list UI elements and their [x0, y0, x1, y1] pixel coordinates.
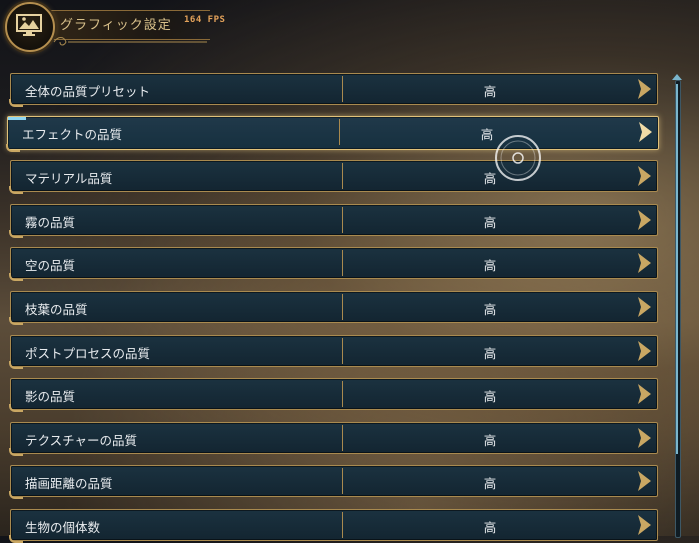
next-option-arrow-icon[interactable]	[633, 76, 655, 102]
setting-label: エフェクトの品質	[22, 127, 123, 142]
corner-ornament	[9, 317, 23, 325]
setting-label: 空の品質	[25, 258, 76, 273]
setting-value: 高	[483, 346, 497, 361]
corner-ornament	[9, 273, 23, 281]
setting-row[interactable]: 全体の品質プリセット 高	[9, 73, 658, 107]
scrollbar[interactable]	[672, 74, 682, 538]
setting-label: ポストプロセスの品質	[25, 346, 151, 361]
setting-row[interactable]: 空の品質 高	[9, 247, 658, 281]
next-option-arrow-icon[interactable]	[633, 163, 655, 189]
setting-label: 枝葉の品質	[25, 302, 88, 317]
setting-label: 生物の個体数	[25, 520, 101, 535]
scroll-cap-icon	[672, 74, 682, 80]
setting-value: 高	[483, 389, 497, 404]
corner-ornament	[9, 230, 23, 238]
setting-row[interactable]: 霧の品質 高	[9, 204, 658, 238]
fps-counter: 164 FPS	[184, 15, 226, 25]
selection-accent	[8, 117, 26, 120]
setting-label: マテリアル品質	[25, 171, 113, 186]
corner-ornament	[9, 186, 23, 194]
next-option-arrow-icon[interactable]	[633, 425, 655, 451]
setting-label: 全体の品質プリセット	[25, 84, 151, 99]
header: グラフィック設定 164 FPS	[0, 0, 699, 60]
setting-value: 高	[483, 476, 497, 491]
setting-value: 高	[483, 84, 497, 99]
controller-cursor	[495, 135, 541, 181]
corner-ornament	[9, 448, 23, 456]
setting-row[interactable]: 影の品質 高	[9, 378, 658, 412]
next-option-arrow-icon[interactable]	[633, 250, 655, 276]
corner-ornament	[9, 361, 23, 369]
corner-ornament	[6, 144, 20, 152]
setting-value: 高	[483, 302, 497, 317]
page-title: グラフィック設定	[60, 18, 172, 33]
next-option-arrow-icon[interactable]	[633, 381, 655, 407]
next-option-arrow-icon[interactable]	[633, 338, 655, 364]
setting-row[interactable]: エフェクトの品質 高	[6, 116, 659, 152]
next-option-arrow-icon[interactable]	[634, 119, 656, 145]
setting-value: 高	[483, 433, 497, 448]
corner-ornament	[9, 99, 23, 107]
setting-row[interactable]: 描画距離の品質 高	[9, 465, 658, 499]
graphics-emblem	[5, 2, 55, 52]
setting-label: 霧の品質	[25, 215, 76, 230]
setting-value: 高	[483, 258, 497, 273]
setting-value: 高	[480, 127, 494, 142]
corner-ornament	[9, 535, 23, 543]
setting-row[interactable]: テクスチャーの品質 高	[9, 422, 658, 456]
setting-value: 高	[483, 215, 497, 230]
setting-label: テクスチャーの品質	[25, 433, 138, 448]
setting-label: 影の品質	[25, 389, 76, 404]
monitor-landscape-icon	[16, 14, 42, 36]
setting-value: 高	[483, 171, 497, 186]
corner-ornament	[9, 491, 23, 499]
corner-ornament	[9, 404, 23, 412]
next-option-arrow-icon[interactable]	[633, 207, 655, 233]
next-option-arrow-icon[interactable]	[633, 512, 655, 538]
next-option-arrow-icon[interactable]	[633, 468, 655, 494]
scroll-thumb[interactable]	[676, 84, 678, 454]
setting-row[interactable]: 枝葉の品質 高	[9, 291, 658, 325]
setting-value: 高	[483, 520, 497, 535]
setting-row[interactable]: ポストプロセスの品質 高	[9, 335, 658, 369]
setting-label: 描画距離の品質	[25, 476, 113, 491]
title-flourish	[53, 37, 207, 46]
next-option-arrow-icon[interactable]	[633, 294, 655, 320]
setting-row[interactable]: マテリアル品質 高	[9, 160, 658, 194]
setting-row[interactable]: 生物の個体数 高	[9, 509, 658, 543]
